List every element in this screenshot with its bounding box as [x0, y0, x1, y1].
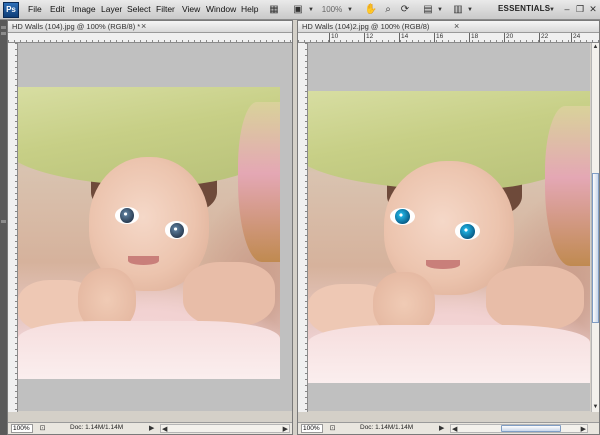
scroll-right-icon[interactable]: ▶ [283, 425, 288, 433]
chevron-down-icon[interactable]: ▼ [347, 7, 353, 13]
horizontal-scrollbar[interactable]: ◀ ▶ [450, 424, 588, 433]
ruler-label: 16 [436, 33, 444, 40]
menu-filter[interactable]: Filter [156, 4, 175, 14]
chevron-down-icon[interactable]: ▼ [437, 7, 443, 13]
horizontal-ruler [8, 33, 292, 43]
scroll-left-icon[interactable]: ◀ [162, 425, 167, 433]
restore-icon[interactable]: ❐ [575, 3, 585, 15]
image-blanket-fold [544, 105, 590, 267]
image-eye-right [164, 221, 189, 239]
document-image[interactable] [308, 91, 590, 383]
status-menu-arrow-icon[interactable]: ▶ [439, 424, 444, 432]
menu-image[interactable]: Image [72, 4, 96, 14]
vertical-scroll-thumb[interactable] [592, 173, 599, 323]
photoshop-logo-icon[interactable]: Ps [3, 2, 19, 18]
ruler-tick [504, 33, 505, 42]
ruler-tick [571, 33, 572, 42]
ruler-tick [539, 33, 540, 42]
document-tab[interactable]: HD Walls (104)2.jpg @ 100% (RGB/8) × [298, 21, 599, 33]
image-sheet [308, 324, 590, 383]
menu-select[interactable]: Select [127, 4, 151, 14]
image-arm [485, 266, 585, 331]
image-eye-left [114, 206, 139, 225]
close-icon[interactable]: ✕ [588, 3, 598, 15]
chevron-down-icon[interactable]: ▼ [467, 7, 473, 13]
status-doc-size: Doc: 1.14M/1.14M [360, 424, 414, 431]
status-bar: 100% ⊡ Doc: 1.14M/1.14M ▶ ◀ ▶ [8, 422, 292, 434]
horizontal-scrollbar[interactable]: ◀ ▶ [160, 424, 290, 433]
canvas-area[interactable] [308, 43, 590, 411]
menu-help[interactable]: Help [241, 4, 258, 14]
close-tab-icon[interactable]: × [141, 21, 146, 32]
status-bar: 100% ⊡ Doc: 1.14M/1.14M ▶ ◀ ▶ [298, 422, 599, 434]
image-blanket-fold [238, 101, 280, 263]
document-tab[interactable]: HD Walls (104).jpg @ 100% (RGB/8) * × [8, 21, 292, 33]
ruler-tick [469, 33, 470, 42]
vertical-ruler [8, 43, 18, 412]
menu-file[interactable]: File [28, 4, 42, 14]
image-sheet [18, 320, 280, 379]
scroll-left-icon[interactable]: ◀ [452, 425, 457, 433]
ruler-tick [434, 33, 435, 42]
ruler-label: 18 [471, 33, 479, 40]
workspace-switcher[interactable]: ESSENTIALS [498, 4, 550, 13]
scroll-down-icon[interactable]: ▼ [592, 403, 599, 412]
chevron-down-icon[interactable]: ▼ [549, 7, 555, 13]
ruler-label: 12 [366, 33, 374, 40]
image-eye-right [454, 222, 480, 240]
scroll-up-icon[interactable]: ▲ [592, 43, 599, 52]
close-tab-icon[interactable]: × [454, 21, 459, 32]
ruler-tick [364, 33, 365, 42]
bridge-icon[interactable]: ▦ [266, 2, 282, 17]
horizontal-scroll-thumb[interactable] [501, 425, 561, 432]
ruler-label: 24 [573, 33, 581, 40]
menu-layer[interactable]: Layer [101, 4, 122, 14]
panel-grip[interactable] [1, 32, 6, 35]
menu-edit[interactable]: Edit [50, 4, 65, 14]
status-zoom-field[interactable]: 100% [11, 424, 33, 433]
ruler-tick [329, 33, 330, 42]
hand-icon[interactable]: ✋ [363, 2, 379, 17]
ruler-label: 10 [331, 33, 339, 40]
status-menu-arrow-icon[interactable]: ▶ [149, 424, 154, 432]
zoom-level-field[interactable]: 100% [318, 3, 346, 16]
rotate-icon[interactable]: ⟳ [397, 2, 413, 17]
status-zoom-field[interactable]: 100% [301, 424, 323, 433]
vertical-ruler [298, 43, 308, 412]
status-export-icon[interactable]: ⊡ [328, 424, 337, 433]
mini-bridge-icon[interactable]: ▣ [290, 2, 306, 17]
document-title: HD Walls (104)2.jpg @ 100% (RGB/8) [302, 22, 430, 31]
horizontal-ruler: 10 12 14 16 18 20 22 24 [298, 33, 599, 43]
minimize-icon[interactable]: – [562, 3, 572, 15]
menu-bar: Ps File Edit Image Layer Select Filter V… [0, 0, 600, 20]
status-doc-size: Doc: 1.14M/1.14M [70, 424, 124, 431]
document-window-1: HD Walls (104).jpg @ 100% (RGB/8) * × 10… [7, 20, 293, 435]
menu-view[interactable]: View [182, 4, 200, 14]
vertical-scrollbar[interactable]: ▲ ▼ [591, 43, 599, 412]
ruler-label: 14 [401, 33, 409, 40]
tool-panel-collapsed [0, 20, 7, 435]
ruler-label: 20 [506, 33, 514, 40]
panel-grip[interactable] [1, 26, 6, 29]
zoom-icon[interactable]: ⌕ [380, 2, 396, 17]
document-window-2: HD Walls (104)2.jpg @ 100% (RGB/8) × 10 … [297, 20, 600, 435]
ruler-label: 22 [541, 33, 549, 40]
document-title: HD Walls (104).jpg @ 100% (RGB/8) * [12, 22, 141, 31]
ruler-tick [399, 33, 400, 42]
chevron-down-icon[interactable]: ▼ [308, 7, 314, 13]
image-arm [183, 262, 275, 327]
grid-icon[interactable]: ▤ [420, 2, 436, 17]
scroll-right-icon[interactable]: ▶ [581, 425, 586, 433]
canvas-area[interactable] [18, 43, 292, 411]
status-export-icon[interactable]: ⊡ [38, 424, 47, 433]
menu-window[interactable]: Window [206, 4, 236, 14]
panel-grip[interactable] [1, 220, 6, 223]
arrange-icon[interactable]: ▥ [450, 2, 466, 17]
document-image[interactable] [18, 87, 280, 379]
